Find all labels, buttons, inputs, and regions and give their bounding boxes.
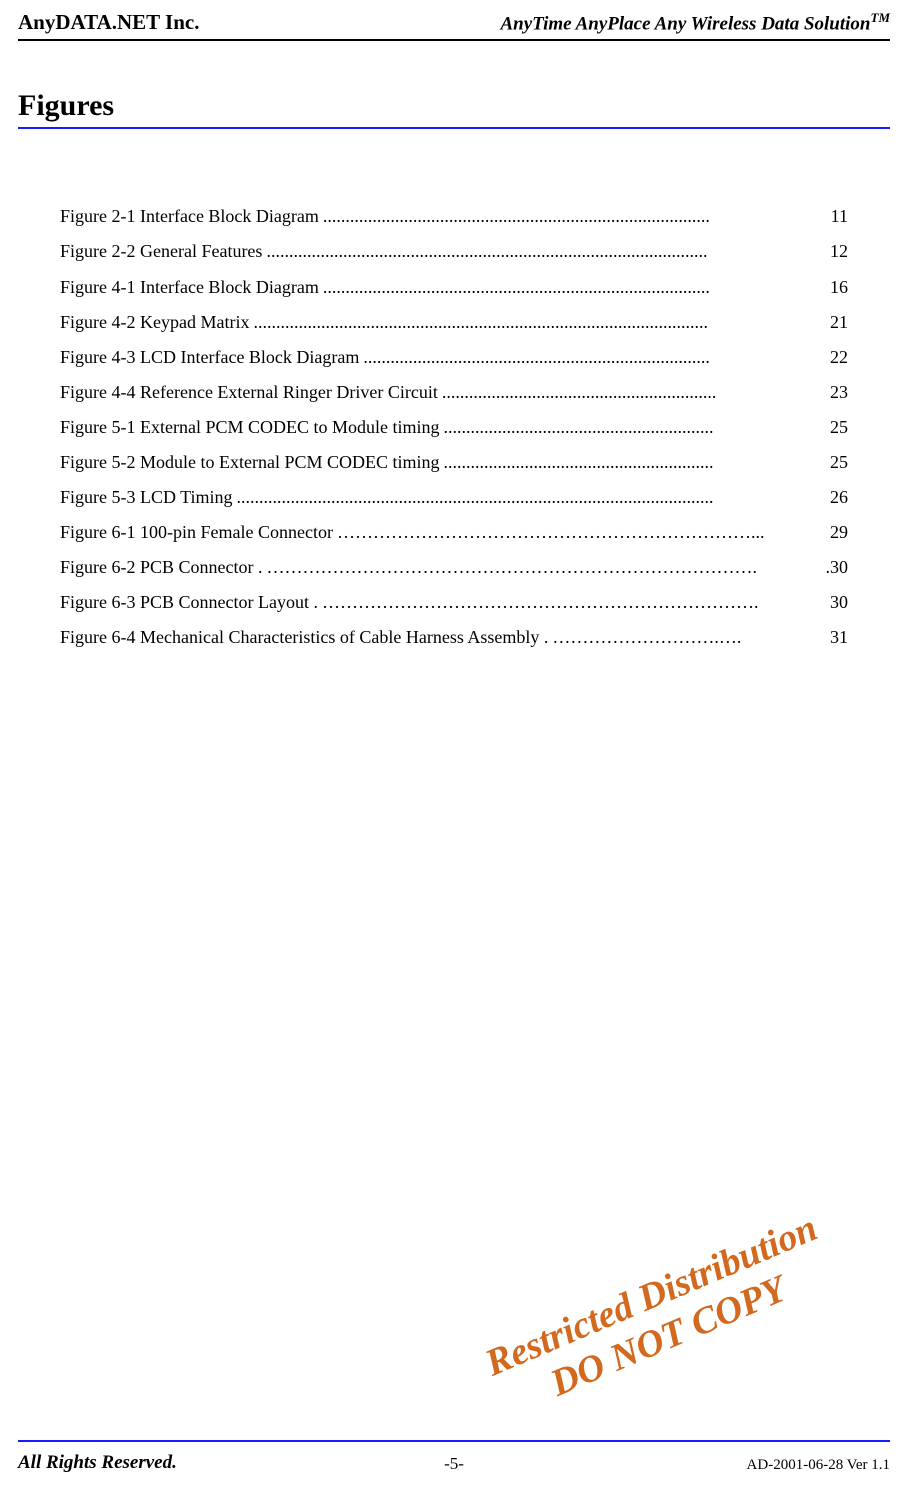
figure-entry: Figure 6-3 PCB Connector Layout . ………………… (60, 585, 848, 620)
figure-dots: ……………………….…. (548, 620, 824, 655)
figure-page: 22 (824, 340, 848, 375)
figure-entry: Figure 2-1 Interface Block Diagram .....… (60, 199, 848, 234)
figure-dots: ………………………………………………………………………. (263, 550, 820, 585)
figures-list: Figure 2-1 Interface Block Diagram .....… (0, 129, 908, 655)
figure-entry: Figure 4-3 LCD Interface Block Diagram .… (60, 340, 848, 375)
watermark: Restricted Distribution DO NOT COPY (479, 1206, 841, 1426)
figure-label: Figure 5-2 Module to External PCM CODEC … (60, 445, 440, 480)
figure-label: Figure 5-1 External PCM CODEC to Module … (60, 410, 440, 445)
figure-dots: ........................................… (319, 199, 825, 234)
figure-label: Figure 5-3 LCD Timing (60, 480, 233, 515)
footer-rights: All Rights Reserved. (18, 1452, 177, 1474)
figure-page: 23 (824, 375, 848, 410)
section-title: Figures (0, 41, 908, 127)
footer-page-number: -5- (444, 1454, 464, 1474)
figure-page: 16 (824, 270, 848, 305)
header-tagline-text: AnyTime AnyPlace Any Wireless Data Solut… (501, 13, 871, 34)
figure-dots: ........................................… (262, 234, 824, 269)
header-company: AnyDATA.NET Inc. (18, 10, 199, 35)
figure-dots: ........................................… (440, 410, 825, 445)
figure-entry: Figure 6-2 PCB Connector . …………………………………… (60, 550, 848, 585)
footer-version: AD-2001-06-28 Ver 1.1 (747, 1457, 890, 1474)
figure-label: Figure 2-2 General Features (60, 234, 262, 269)
figure-entry: Figure 6-4 Mechanical Characteristics of… (60, 620, 848, 655)
figure-page: .30 (820, 550, 849, 585)
figure-dots: ........................................… (233, 480, 824, 515)
figure-entry: Figure 5-3 LCD Timing ..................… (60, 480, 848, 515)
figure-dots: ………………………………………………………………. (318, 585, 824, 620)
figure-entry: Figure 6-1 100-pin Female Connector …………… (60, 515, 848, 550)
figure-page: 25 (824, 445, 848, 480)
figure-page: 25 (824, 410, 848, 445)
figure-dots: ........................................… (438, 375, 824, 410)
figure-page: 30 (824, 585, 848, 620)
figure-dots: ........................................… (319, 270, 824, 305)
figure-entry: Figure 5-1 External PCM CODEC to Module … (60, 410, 848, 445)
figure-dots: ........................................… (440, 445, 825, 480)
figure-dots: ........................................… (359, 340, 824, 375)
figure-page: 21 (824, 305, 848, 340)
figure-page: 11 (825, 199, 848, 234)
figure-page: 31 (824, 620, 848, 655)
header-tagline: AnyTime AnyPlace Any Wireless Data Solut… (501, 10, 891, 35)
figure-label: Figure 4-2 Keypad Matrix (60, 305, 249, 340)
figure-entry: Figure 4-1 Interface Block Diagram .....… (60, 270, 848, 305)
figure-entry: Figure 4-2 Keypad Matrix ...............… (60, 305, 848, 340)
figure-label: Figure 6-3 PCB Connector Layout . (60, 585, 318, 620)
footer-divider (18, 1440, 890, 1442)
figure-dots: ........................................… (249, 305, 824, 340)
figure-entry: Figure 2-2 General Features ............… (60, 234, 848, 269)
figure-label: Figure 6-4 Mechanical Characteristics of… (60, 620, 548, 655)
figure-label: Figure 4-1 Interface Block Diagram (60, 270, 319, 305)
figure-entry: Figure 4-4 Reference External Ringer Dri… (60, 375, 848, 410)
figure-page: 12 (824, 234, 848, 269)
figure-label: Figure 4-4 Reference External Ringer Dri… (60, 375, 438, 410)
figure-page: 26 (824, 480, 848, 515)
header-tagline-tm: TM (871, 10, 891, 25)
figure-label: Figure 6-1 100-pin Female Connector (60, 515, 333, 550)
figure-page: 29 (824, 515, 848, 550)
figure-label: Figure 6-2 PCB Connector . (60, 550, 263, 585)
page-footer: All Rights Reserved. -5- AD-2001-06-28 V… (18, 1452, 890, 1474)
figure-dots: ……………………………………………………………... (333, 515, 824, 550)
page-header: AnyDATA.NET Inc. AnyTime AnyPlace Any Wi… (0, 0, 908, 35)
figure-label: Figure 4-3 LCD Interface Block Diagram (60, 340, 359, 375)
figure-label: Figure 2-1 Interface Block Diagram (60, 199, 319, 234)
figure-entry: Figure 5-2 Module to External PCM CODEC … (60, 445, 848, 480)
